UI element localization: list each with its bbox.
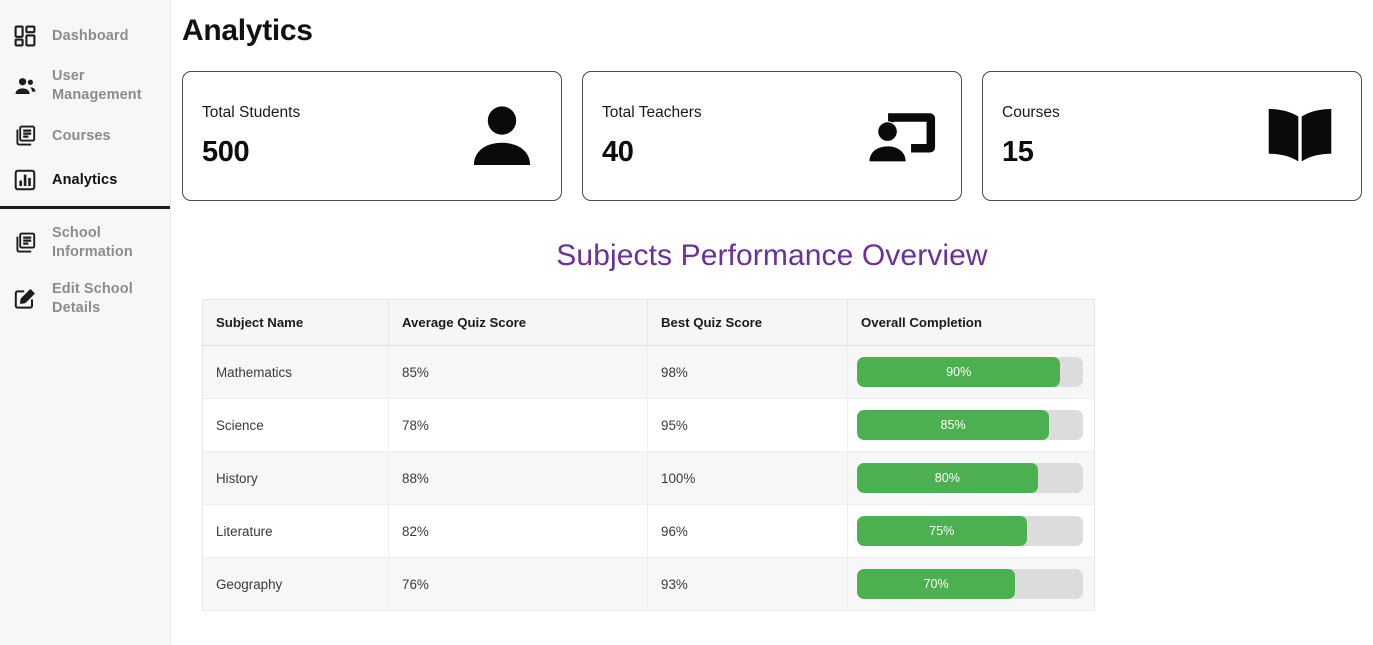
sidebar-active-divider	[0, 206, 170, 209]
cell-average-quiz-score: 85%	[388, 345, 648, 399]
subjects-performance-section: Subjects Performance Overview Subject Na…	[171, 201, 1373, 611]
stat-card-label: Total Teachers	[602, 103, 702, 121]
cell-average-quiz-score: 82%	[388, 504, 648, 558]
cell-subject-name: Mathematics	[202, 345, 389, 399]
table-row: History 88% 100% 80%	[202, 451, 1095, 505]
cell-subject-name: History	[202, 451, 389, 505]
cell-subject-name: Geography	[202, 557, 389, 611]
cell-subject-name: Literature	[202, 504, 389, 558]
completion-progress-fill: 80%	[857, 463, 1038, 493]
cell-overall-completion: 70%	[847, 557, 1095, 611]
table-header-row: Subject Name Average Quiz Score Best Qui…	[202, 299, 1095, 346]
cell-best-quiz-score: 95%	[647, 398, 848, 452]
sidebar-item-label: Edit School Details	[52, 281, 133, 316]
stat-cards: Total Students 500 Total Teachers 40 Courses…	[171, 48, 1373, 201]
column-header-average-quiz-score[interactable]: Average Quiz Score	[388, 299, 648, 346]
completion-progress-fill: 90%	[857, 357, 1061, 387]
stat-card-value: 500	[202, 135, 250, 168]
completion-progress-bar: 70%	[857, 569, 1083, 599]
stat-card-label: Total Students	[202, 103, 301, 121]
person-filled-icon	[465, 99, 539, 173]
dashboard-grid-icon	[12, 23, 38, 49]
completion-progress-bar: 80%	[857, 463, 1083, 493]
library-books-icon	[12, 123, 38, 149]
cell-best-quiz-score: 100%	[647, 451, 848, 505]
completion-progress-bar: 90%	[857, 357, 1083, 387]
page-title: Analytics	[182, 14, 313, 47]
sidebar-item-label: Dashboard	[52, 27, 129, 44]
sidebar-item-dashboard[interactable]: Dashboard	[0, 14, 170, 58]
stat-card-value: 40	[602, 135, 634, 168]
table-row: Geography 76% 93% 70%	[202, 557, 1095, 611]
people-group-icon	[12, 73, 38, 99]
main-content: Analytics Total Students 500 Total Teacher…	[171, 0, 1373, 645]
table-row: Science 78% 95% 85%	[202, 398, 1095, 452]
sidebar-item-label: Courses	[52, 127, 111, 144]
stat-card-text: Total Teachers 40	[602, 104, 702, 169]
co-present-icon	[865, 105, 939, 167]
stat-card-total-students[interactable]: Total Students 500	[182, 71, 562, 201]
completion-progress-bar: 85%	[857, 410, 1083, 440]
app-root: Dashboard User Management Courses Analytics…	[0, 0, 1373, 645]
cell-best-quiz-score: 98%	[647, 345, 848, 399]
cell-average-quiz-score: 88%	[388, 451, 648, 505]
column-header-subject-name[interactable]: Subject Name	[202, 299, 389, 346]
column-header-overall-completion[interactable]: Overall Completion	[847, 299, 1095, 346]
sidebar-item-user-management[interactable]: User Management	[0, 58, 170, 114]
completion-progress-bar: 75%	[857, 516, 1083, 546]
cell-subject-name: Science	[202, 398, 389, 452]
completion-progress-fill: 75%	[857, 516, 1027, 546]
sidebar-item-school-information[interactable]: School Information	[0, 215, 170, 271]
cell-overall-completion: 90%	[847, 345, 1095, 399]
cell-average-quiz-score: 78%	[388, 398, 648, 452]
cell-average-quiz-score: 76%	[388, 557, 648, 611]
stat-card-value: 15	[1002, 135, 1034, 168]
cell-overall-completion: 80%	[847, 451, 1095, 505]
completion-progress-fill: 85%	[857, 410, 1050, 440]
subjects-performance-table: Subject Name Average Quiz Score Best Qui…	[202, 299, 1095, 611]
edit-square-icon	[12, 286, 38, 312]
sidebar-item-edit-school-details[interactable]: Edit School Details	[0, 271, 170, 327]
stat-card-text: Courses 15	[1002, 104, 1060, 169]
stat-card-text: Total Students 500	[202, 104, 300, 169]
completion-progress-fill: 70%	[857, 569, 1016, 599]
library-books-icon	[12, 230, 38, 256]
sidebar-item-label: Analytics	[52, 171, 118, 188]
table-body: Mathematics 85% 98% 90% Science 78% 95% 85% Hist…	[202, 345, 1095, 611]
sidebar-item-label: School Information	[52, 225, 133, 260]
cell-best-quiz-score: 93%	[647, 557, 848, 611]
sidebar-item-courses[interactable]: Courses	[0, 114, 170, 158]
insert-chart-icon	[12, 167, 38, 193]
table-head: Subject Name Average Quiz Score Best Qui…	[202, 299, 1095, 346]
sidebar-item-label: User Management	[52, 68, 142, 103]
table-row: Mathematics 85% 98% 90%	[202, 345, 1095, 399]
stat-card-courses[interactable]: Courses 15	[982, 71, 1362, 201]
section-title: Subjects Performance Overview	[556, 239, 988, 272]
stat-card-label: Courses	[1002, 103, 1060, 121]
cell-best-quiz-score: 96%	[647, 504, 848, 558]
cell-overall-completion: 85%	[847, 398, 1095, 452]
sidebar-item-analytics[interactable]: Analytics	[0, 158, 170, 202]
table-container: Subject Name Average Quiz Score Best Qui…	[202, 299, 1095, 611]
column-header-best-quiz-score[interactable]: Best Quiz Score	[647, 299, 848, 346]
open-book-icon	[1261, 105, 1339, 167]
sidebar: Dashboard User Management Courses Analytics…	[0, 0, 171, 645]
stat-card-total-teachers[interactable]: Total Teachers 40	[582, 71, 962, 201]
cell-overall-completion: 75%	[847, 504, 1095, 558]
table-row: Literature 82% 96% 75%	[202, 504, 1095, 558]
